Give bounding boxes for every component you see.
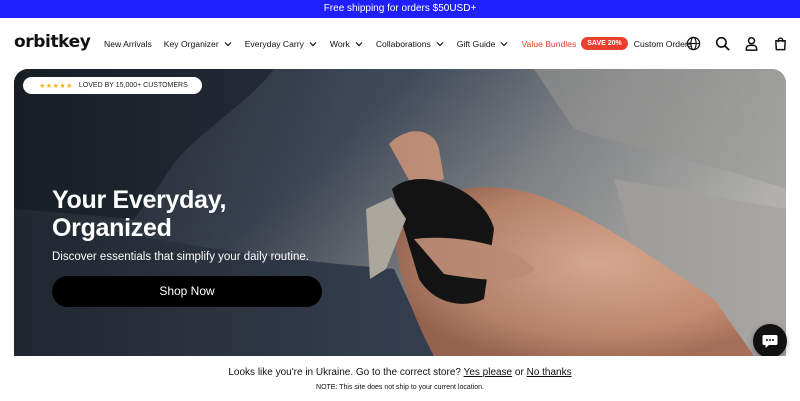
main-nav: New Arrivals Key Organizer Everyday Carr… xyxy=(104,18,704,69)
chevron-down-icon xyxy=(501,41,508,46)
chevron-down-icon xyxy=(224,41,232,46)
search-icon[interactable] xyxy=(714,36,730,52)
chat-button[interactable] xyxy=(753,324,787,358)
hero-subtitle: Discover essentials that simplify your d… xyxy=(52,251,309,263)
globe-icon[interactable] xyxy=(685,36,701,52)
main-header: orbitkey New Arrivals Key Organizer Ever… xyxy=(0,18,800,69)
geo-redirect-message: Looks like you're in Ukraine. Go to the … xyxy=(0,367,800,378)
nav-gift-guide-label: Gift Guide xyxy=(456,38,496,49)
account-icon[interactable] xyxy=(743,36,759,52)
nav-new-arrivals[interactable]: New Arrivals xyxy=(104,39,152,49)
nav-collaborations[interactable]: Collaborations xyxy=(376,39,445,49)
nav-gift-guide[interactable]: Gift Guide xyxy=(457,39,510,49)
chevron-down-icon xyxy=(355,41,363,46)
chevron-down-icon xyxy=(309,41,317,46)
sale-badge[interactable]: SAVE 20% xyxy=(581,37,628,50)
nav-value-bundles-label: Value Bundles xyxy=(521,38,577,49)
nav-work[interactable]: Work xyxy=(330,39,364,49)
nav-value-bundles[interactable]: Value Bundles xyxy=(521,39,576,49)
geo-or-text: or xyxy=(514,367,524,378)
hero-title-line1: Your Everyday, xyxy=(52,186,227,214)
nav-work-label: Work xyxy=(329,38,350,49)
nav-everyday-carry[interactable]: Everyday Carry xyxy=(245,39,318,49)
geo-redirect-banner: Looks like you're in Ukraine. Go to the … xyxy=(0,356,800,401)
nav-key-organizer-label: Key Organizer xyxy=(163,38,219,49)
nav-collaborations-label: Collaborations xyxy=(375,38,431,49)
hero-banner: ★★★★★ LOVED BY 15,000+ CUSTOMERS Your Ev… xyxy=(14,69,786,356)
shop-now-button[interactable]: Shop Now xyxy=(52,276,322,307)
yes-please-link[interactable]: Yes please xyxy=(464,367,513,378)
announcement-text: Free shipping for orders $50USD+ xyxy=(323,3,477,14)
no-thanks-link[interactable]: No thanks xyxy=(527,367,572,378)
geo-shipping-note: NOTE: This site does not ship to your cu… xyxy=(316,384,484,391)
logo[interactable]: orbitkey xyxy=(14,32,91,52)
nav-everyday-carry-label: Everyday Carry xyxy=(244,38,304,49)
chevron-down-icon xyxy=(436,41,444,46)
cart-icon[interactable] xyxy=(772,36,788,52)
star-rating-icon: ★★★★★ xyxy=(39,82,73,90)
nav-new-arrivals-label: New Arrivals xyxy=(104,38,152,49)
rating-badge: ★★★★★ LOVED BY 15,000+ CUSTOMERS xyxy=(23,77,202,94)
announcement-bar: Free shipping for orders $50USD+ xyxy=(0,0,800,18)
hero-title-line2: Organized xyxy=(52,214,172,242)
chat-icon xyxy=(762,334,778,348)
header-icons xyxy=(672,18,788,69)
geo-redirect-prefix: Looks like you're in Ukraine. Go to the … xyxy=(228,367,461,378)
nav-key-organizer[interactable]: Key Organizer xyxy=(164,39,233,49)
hero-title: Your Everyday, Organized xyxy=(52,186,226,242)
rating-badge-text: LOVED BY 15,000+ CUSTOMERS xyxy=(78,82,188,89)
